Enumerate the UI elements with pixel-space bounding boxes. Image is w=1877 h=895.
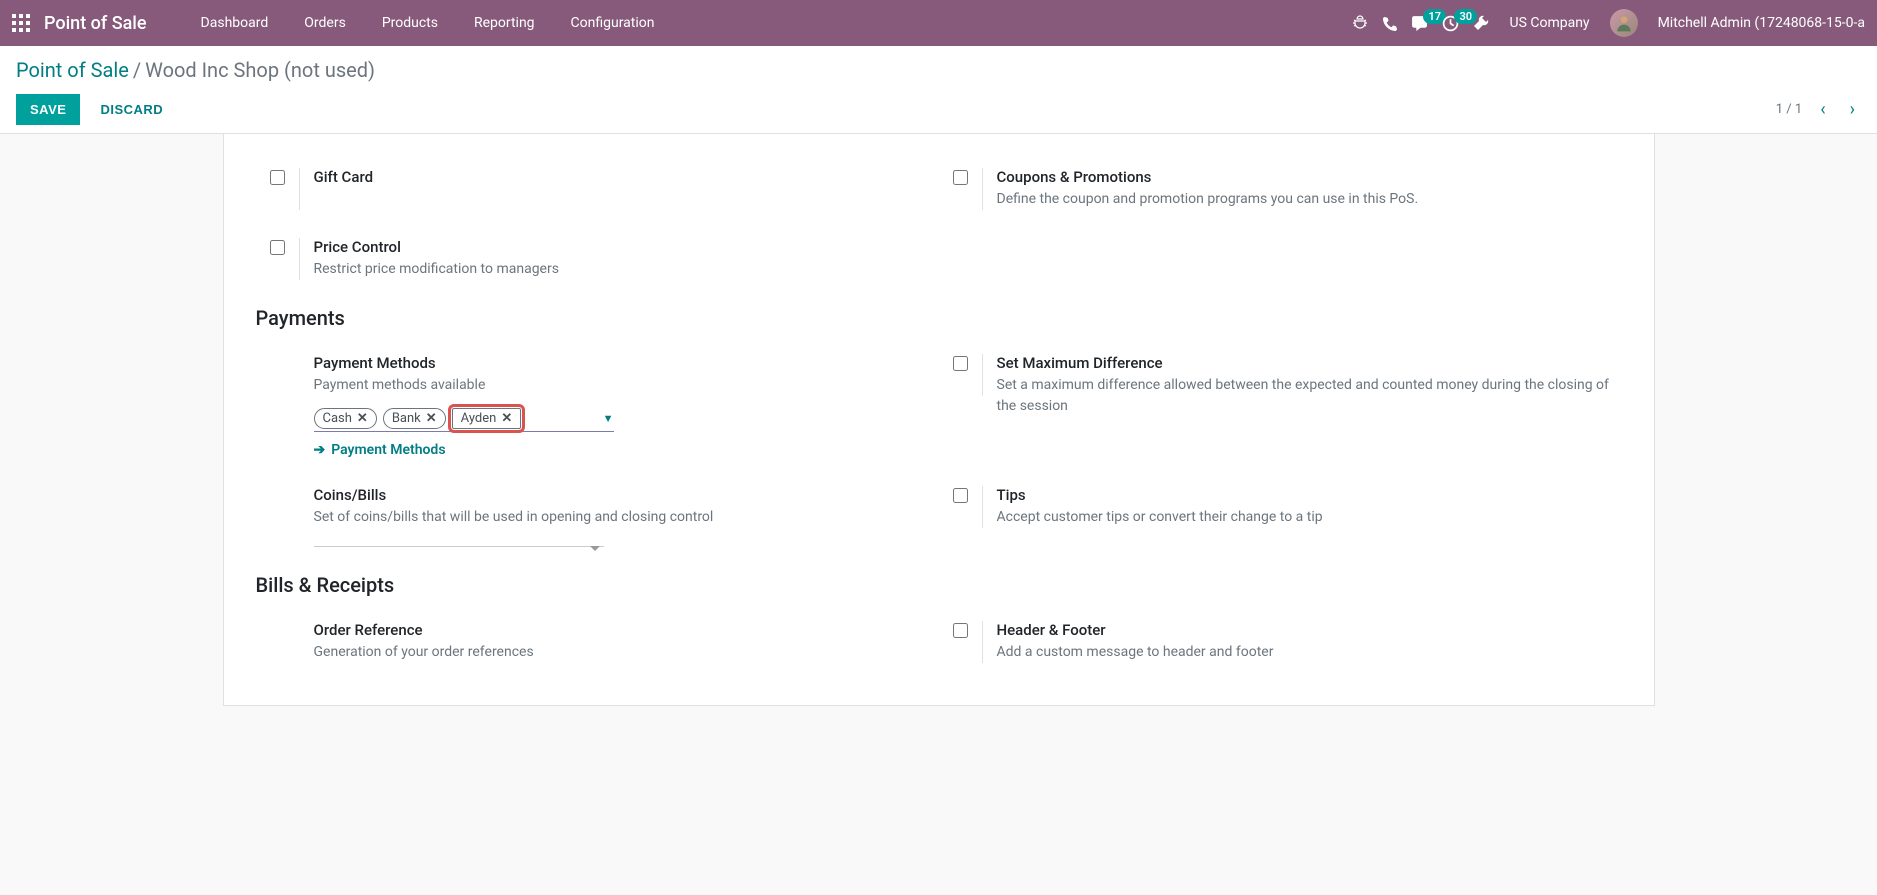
coins-bills-select[interactable] xyxy=(314,538,604,547)
setting-gift-card: Gift Card xyxy=(256,158,939,228)
company-selector[interactable]: US Company xyxy=(1509,15,1589,31)
max-difference-desc: Set a maximum difference allowed between… xyxy=(997,375,1622,417)
main-menu: Dashboard Orders Products Reporting Conf… xyxy=(183,0,673,46)
breadcrumb-current: Wood Inc Shop (not used) xyxy=(145,58,375,82)
pager: 1 / 1 ‹ › xyxy=(1776,99,1861,120)
tag-cash[interactable]: Cash✕ xyxy=(314,408,377,429)
form-sheet: Gift Card Coupons & Promotions Define th… xyxy=(223,134,1655,706)
order-reference-title: Order Reference xyxy=(314,621,939,639)
price-control-desc: Restrict price modification to managers xyxy=(314,259,939,280)
chat-icon[interactable]: 17 xyxy=(1411,15,1428,32)
gift-card-checkbox[interactable] xyxy=(270,170,285,185)
setting-tips: Tips Accept customer tips or convert the… xyxy=(939,476,1622,546)
menu-products[interactable]: Products xyxy=(364,0,456,46)
payment-methods-tags-input[interactable]: Cash✕ Bank✕ Ayden✕ ▼ xyxy=(314,408,614,432)
setting-coupons: Coupons & Promotions Define the coupon a… xyxy=(939,158,1622,228)
tips-checkbox[interactable] xyxy=(953,488,968,503)
phone-icon[interactable] xyxy=(1382,16,1397,31)
price-control-checkbox[interactable] xyxy=(270,240,285,255)
setting-price-control: Price Control Restrict price modificatio… xyxy=(256,228,939,298)
control-panel: Point of Sale/Wood Inc Shop (not used) S… xyxy=(0,46,1877,134)
payment-methods-desc: Payment methods available xyxy=(314,375,939,396)
coupons-checkbox[interactable] xyxy=(953,170,968,185)
tools-icon[interactable] xyxy=(1473,15,1489,31)
close-icon[interactable]: ✕ xyxy=(357,411,368,426)
max-difference-checkbox[interactable] xyxy=(953,356,968,371)
save-button[interactable]: SAVE xyxy=(16,94,80,125)
top-navbar: Point of Sale Dashboard Orders Products … xyxy=(0,0,1877,46)
tag-ayden[interactable]: Ayden✕ xyxy=(452,408,522,429)
bug-icon[interactable] xyxy=(1352,15,1368,31)
menu-configuration[interactable]: Configuration xyxy=(553,0,673,46)
discard-button[interactable]: DISCARD xyxy=(88,94,175,125)
section-bills-receipts: Bills & Receipts xyxy=(256,573,1622,597)
menu-dashboard[interactable]: Dashboard xyxy=(183,0,287,46)
setting-payment-methods: Payment Methods Payment methods availabl… xyxy=(256,344,939,476)
close-icon[interactable]: ✕ xyxy=(501,411,512,426)
coupons-title: Coupons & Promotions xyxy=(997,168,1622,186)
tips-desc: Accept customer tips or convert their ch… xyxy=(997,507,1622,528)
order-reference-desc: Generation of your order references xyxy=(314,642,939,663)
clock-icon[interactable]: 30 xyxy=(1442,15,1459,32)
gift-card-title: Gift Card xyxy=(314,168,939,186)
header-footer-checkbox[interactable] xyxy=(953,623,968,638)
header-footer-title: Header & Footer xyxy=(997,621,1622,639)
tips-title: Tips xyxy=(997,486,1622,504)
setting-order-reference: Order Reference Generation of your order… xyxy=(256,611,939,681)
coins-bills-title: Coins/Bills xyxy=(314,486,939,504)
price-control-title: Price Control xyxy=(314,238,939,256)
caret-down-icon[interactable]: ▼ xyxy=(603,412,614,425)
coins-bills-desc: Set of coins/bills that will be used in … xyxy=(314,507,939,528)
payment-methods-title: Payment Methods xyxy=(314,354,939,372)
breadcrumb-root[interactable]: Point of Sale xyxy=(16,58,129,82)
pager-next-icon[interactable]: › xyxy=(1844,99,1861,120)
setting-max-difference: Set Maximum Difference Set a maximum dif… xyxy=(939,344,1622,435)
arrow-right-icon: ➔ xyxy=(314,442,326,458)
pager-text: 1 / 1 xyxy=(1776,102,1802,117)
menu-reporting[interactable]: Reporting xyxy=(456,0,553,46)
breadcrumb: Point of Sale/Wood Inc Shop (not used) xyxy=(16,58,1861,82)
setting-header-footer: Header & Footer Add a custom message to … xyxy=(939,611,1622,681)
coupons-desc: Define the coupon and promotion programs… xyxy=(997,189,1622,210)
avatar[interactable] xyxy=(1610,9,1638,37)
user-name[interactable]: Mitchell Admin (17248068-15-0-a xyxy=(1658,15,1865,31)
max-difference-title: Set Maximum Difference xyxy=(997,354,1622,372)
pager-prev-icon[interactable]: ‹ xyxy=(1814,99,1831,120)
section-payments: Payments xyxy=(256,306,1622,330)
tag-bank[interactable]: Bank✕ xyxy=(383,408,446,429)
payment-methods-link[interactable]: ➔ Payment Methods xyxy=(314,442,939,458)
setting-coins-bills: Coins/Bills Set of coins/bills that will… xyxy=(256,476,939,565)
menu-orders[interactable]: Orders xyxy=(286,0,364,46)
close-icon[interactable]: ✕ xyxy=(426,411,437,426)
apps-icon[interactable] xyxy=(12,14,30,32)
app-brand[interactable]: Point of Sale xyxy=(44,13,147,34)
header-footer-desc: Add a custom message to header and foote… xyxy=(997,642,1622,663)
